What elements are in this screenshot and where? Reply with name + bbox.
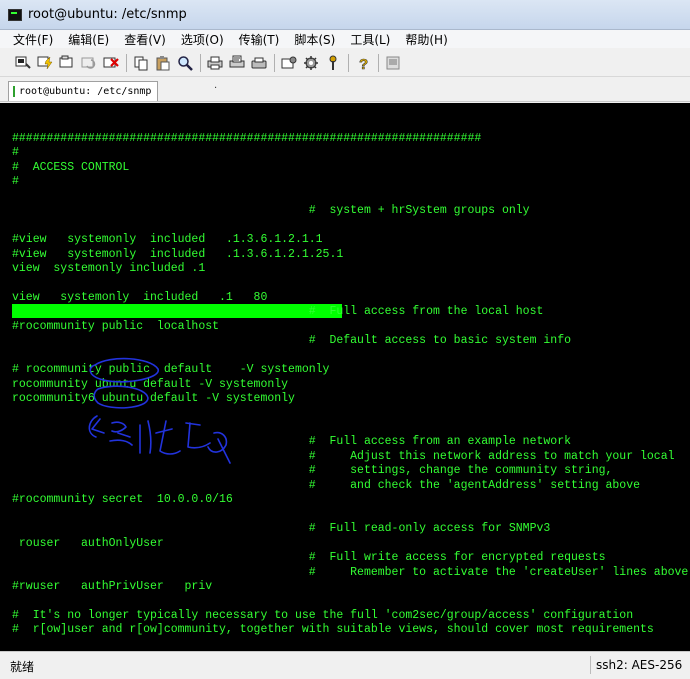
session-tab-bar: root@ubuntu: /etc/snmp · [0,78,690,102]
session-options-icon[interactable] [280,54,298,72]
toolbar-separator [348,53,349,72]
paste-icon[interactable] [154,54,172,72]
printer-icon[interactable] [250,54,268,72]
menu-tools[interactable]: 工具(L) [343,31,398,48]
toolbar-separator [200,53,201,72]
connect-icon[interactable] [14,54,32,72]
find-icon[interactable] [176,54,194,72]
menu-script[interactable]: 脚本(S) [287,31,343,48]
menu-transfer[interactable]: 传输(T) [232,31,288,48]
session-tab[interactable]: root@ubuntu: /etc/snmp [8,81,158,101]
svg-text:?: ? [359,56,368,71]
sftp-icon[interactable] [384,54,402,72]
copy-icon[interactable] [132,54,150,72]
annotation-circle-ubuntu [93,385,149,409]
help-icon[interactable]: ? [354,54,372,72]
annotation-arrow [88,415,105,438]
status-bar: 就绪 ssh2: AES-256 [0,651,690,679]
connect-tab-icon[interactable] [58,54,76,72]
connected-indicator [13,86,15,97]
status-text: 就绪 [10,660,35,674]
print-selection-icon[interactable] [228,54,246,72]
toolbar-separator [274,53,275,72]
toolbar-separator [378,53,379,72]
menu-edit[interactable]: 编辑(E) [61,31,117,48]
session-tab-label: root@ubuntu: /etc/snmp [19,86,152,97]
menu-view[interactable]: 查看(V) [117,31,174,48]
encryption-status: ssh2: AES-256 [596,658,683,672]
handwritten-annotation [88,357,231,464]
menu-file[interactable]: 文件(F) [6,31,61,48]
menu-help[interactable]: 帮助(H) [398,31,455,48]
reconnect-icon[interactable] [80,54,98,72]
window-title: root@ubuntu: /etc/snmp [28,7,187,22]
print-icon[interactable] [206,54,224,72]
global-options-icon[interactable] [302,54,320,72]
keymap-icon[interactable] [324,54,342,72]
disconnect-icon[interactable] [102,54,120,72]
menu-options[interactable]: 选项(O) [174,31,232,48]
toolbar-separator [126,53,127,72]
quick-connect-icon[interactable] [36,54,54,72]
terminal-screen[interactable]: ########################################… [0,103,690,651]
toolbar: ? [0,49,690,77]
annotation-circle-public [89,357,159,383]
status-divider [590,656,591,674]
tab-bar-dot: · [214,83,218,94]
title-bar: root@ubuntu: /etc/snmp [0,0,690,30]
terminal-icon [8,8,22,21]
menu-bar: 文件(F) 编辑(E) 查看(V) 选项(O) 传输(T) 脚本(S) 工具(L… [0,30,690,48]
annotation-text [109,420,231,464]
